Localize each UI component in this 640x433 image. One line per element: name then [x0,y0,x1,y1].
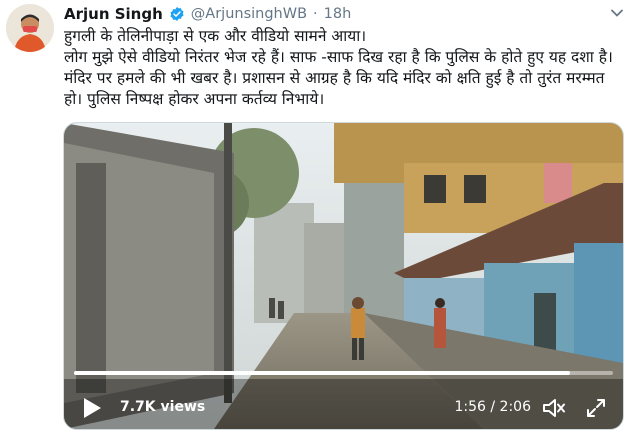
tweet-timestamp[interactable]: 18h [324,6,352,22]
avatar[interactable] [6,4,54,52]
fullscreen-icon[interactable] [585,397,607,419]
tweet-text-line: हुगली के तेलिनीपाड़ा से एक और वीडियो साम… [64,27,367,45]
video-controls: 7.7K views 1:56 / 2:06 [64,389,623,429]
view-count: 7.7K views [120,399,206,415]
tweet-header: Arjun Singh @ArjunsinghWB · 18h [64,4,351,24]
video-frame [64,123,623,429]
video-timecode: 1:56 / 2:06 [454,399,532,415]
volume-icon[interactable] [541,396,567,420]
display-name[interactable]: Arjun Singh [64,5,163,23]
chevron-down-icon[interactable] [610,6,624,20]
tweet-text-paragraph: लोग मुझे ऐसे वीडियो निरंतर भेज रहे हैं। … [64,48,613,108]
user-handle[interactable]: @ArjunsinghWB [191,6,307,22]
tweet-text: हुगली के तेलिनीपाड़ा से एक और वीडियो साम… [64,26,624,110]
video-player[interactable]: 7.7K views 1:56 / 2:06 [63,122,624,430]
play-icon[interactable] [82,397,102,419]
verified-badge-icon [170,7,184,21]
separator-dot: · [313,6,318,22]
progress-bar[interactable] [74,371,613,375]
progress-fill [74,371,570,375]
